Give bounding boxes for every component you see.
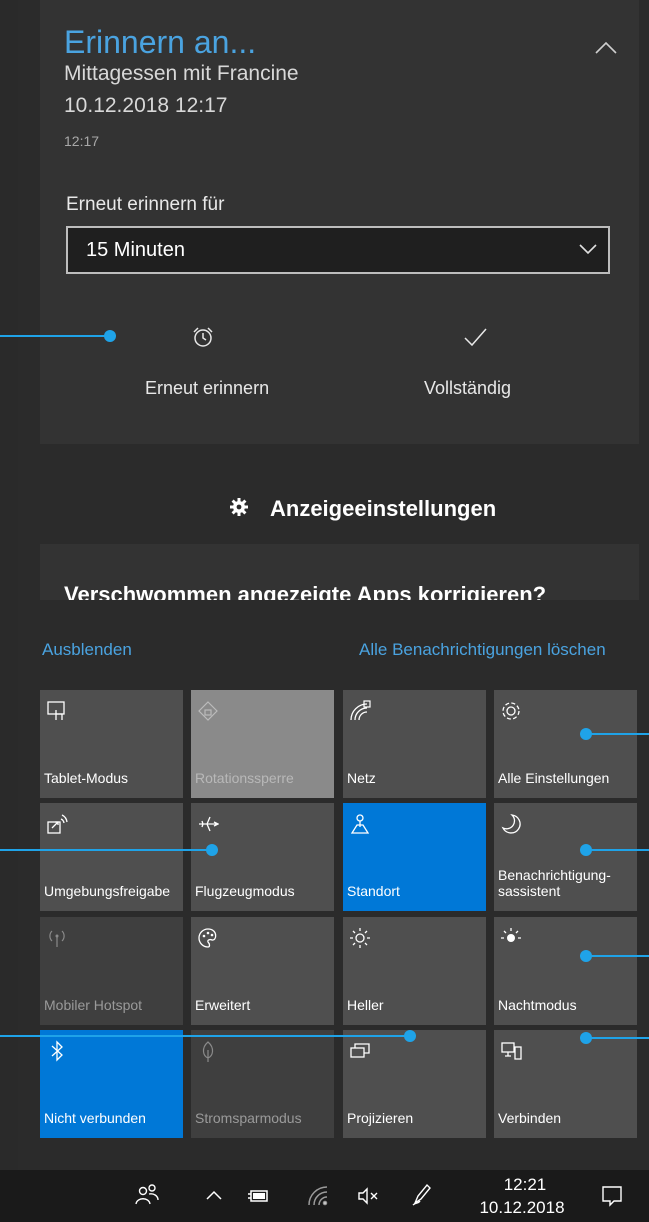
quick-action-tile[interactable]: Standort (343, 803, 486, 911)
quick-action-label: Nicht verbunden (44, 1110, 146, 1126)
nearby-share-icon (46, 813, 68, 835)
clear-all-link[interactable]: Alle Benachrichtigungen löschen (359, 640, 606, 660)
bluetooth-icon (46, 1040, 68, 1062)
action-center-icon[interactable] (600, 1184, 624, 1208)
quick-action-tile[interactable]: Projizieren (343, 1030, 486, 1138)
quick-action-tile[interactable]: Benachrichtigung-sassistent (494, 803, 637, 911)
quick-action-tile[interactable]: Rotationssperre (191, 690, 334, 798)
quick-action-label: Benachrichtigung-sassistent (498, 867, 611, 899)
callout-dot (104, 330, 116, 342)
notification-text: Verschwommen angezeigte Apps korrigieren… (64, 582, 547, 600)
night-light-icon (500, 927, 522, 949)
reminder-title: Erinnern an... (64, 24, 257, 60)
quick-action-tile[interactable]: Netz (343, 690, 486, 798)
quick-action-label: Standort (347, 883, 400, 899)
palette-icon (197, 927, 219, 949)
callout-line (0, 335, 110, 337)
airplane-icon (197, 813, 219, 835)
callout-dot (580, 1032, 592, 1044)
quick-action-label: Verbinden (498, 1110, 562, 1126)
quick-action-label: Alle Einstellungen (498, 770, 610, 786)
wifi-icon[interactable] (306, 1184, 330, 1208)
pen-icon[interactable] (410, 1182, 434, 1206)
callout-line (0, 1035, 410, 1037)
quick-action-label: Erweitert (195, 997, 251, 1013)
callout-dot (206, 844, 218, 856)
clock-time[interactable]: 12:21 (490, 1175, 560, 1195)
clock-date[interactable]: 10.12.2018 (472, 1198, 572, 1218)
chevron-down-icon (576, 239, 600, 259)
callout-dot (580, 950, 592, 962)
rotation-lock-icon (197, 700, 219, 722)
snooze-label: Erneut erinnern für (66, 194, 225, 215)
callout-dot (580, 844, 592, 856)
snooze-button-label: Erneut erinnern (145, 378, 270, 398)
dismiss-button-label: Vollständig (424, 378, 512, 398)
quick-action-tile[interactable]: Mobiler Hotspot (40, 917, 183, 1025)
quick-action-tile[interactable]: Alle Einstellungen (494, 690, 637, 798)
quick-action-tile[interactable]: Verbinden (494, 1030, 637, 1138)
brightness-icon (349, 927, 371, 949)
quick-action-label: Stromsparmodus (195, 1110, 302, 1126)
network-icon (349, 700, 371, 722)
callout-line (0, 849, 212, 851)
quick-action-tile[interactable]: Umgebungsfreigabe (40, 803, 183, 911)
alarm-clock-icon (190, 324, 216, 350)
gear-icon (228, 496, 250, 518)
quick-action-tile[interactable]: Nicht verbunden (40, 1030, 183, 1138)
battery-saver-icon (197, 1040, 219, 1062)
callout-line (586, 849, 649, 851)
quick-action-tile[interactable]: Heller (343, 917, 486, 1025)
display-settings-label: Anzeigeeinstellungen (270, 496, 497, 521)
quick-action-label: Heller (347, 997, 384, 1013)
location-icon (349, 813, 371, 835)
volume-muted-icon[interactable] (356, 1184, 380, 1208)
quick-action-label: Flugzeugmodus (195, 883, 295, 899)
callout-dot (580, 728, 592, 740)
project-icon (349, 1040, 371, 1062)
notification-card[interactable]: Verschwommen angezeigte Apps korrigieren… (40, 544, 639, 600)
quick-action-label: Umgebungsfreigabe (44, 883, 171, 899)
chevron-up-icon[interactable] (202, 1184, 226, 1208)
quick-action-label: Projizieren (347, 1110, 414, 1126)
snooze-dropdown-value: 15 Minuten (86, 239, 185, 261)
collapse-chevron-up-icon[interactable] (592, 38, 620, 58)
quick-action-tile[interactable]: Flugzeugmodus (191, 803, 334, 911)
collapse-link[interactable]: Ausblenden (42, 640, 132, 660)
callout-line (586, 955, 649, 957)
reminder-datetime: 10.12.2018 12:17 (64, 94, 228, 117)
callout-line (586, 733, 649, 735)
quick-action-label: Rotationssperre (195, 770, 294, 786)
hotspot-icon (46, 927, 68, 949)
quick-action-tile[interactable]: Erweitert (191, 917, 334, 1025)
battery-icon[interactable] (246, 1184, 270, 1208)
quick-action-tile[interactable]: Tablet-Modus (40, 690, 183, 798)
callout-dot (404, 1030, 416, 1042)
reminder-subject: Mittagessen mit Francine (64, 62, 299, 85)
callout-line (586, 1037, 649, 1039)
connect-icon (500, 1040, 522, 1062)
quick-action-label: Tablet-Modus (44, 770, 129, 786)
quick-action-tile[interactable]: Nachtmodus (494, 917, 637, 1025)
people-icon[interactable] (135, 1182, 159, 1206)
tablet-mode-icon (46, 700, 68, 722)
quick-action-tile[interactable]: Stromsparmodus (191, 1030, 334, 1138)
left-edge-background (0, 0, 18, 1222)
quick-action-label: Nachtmodus (498, 997, 577, 1013)
quick-action-label: Mobiler Hotspot (44, 997, 143, 1013)
settings-gear-icon (500, 700, 522, 722)
quick-action-label: Netz (347, 770, 376, 786)
checkmark-icon (462, 324, 488, 350)
moon-icon (500, 813, 522, 835)
reminder-time: 12:17 (64, 133, 100, 149)
